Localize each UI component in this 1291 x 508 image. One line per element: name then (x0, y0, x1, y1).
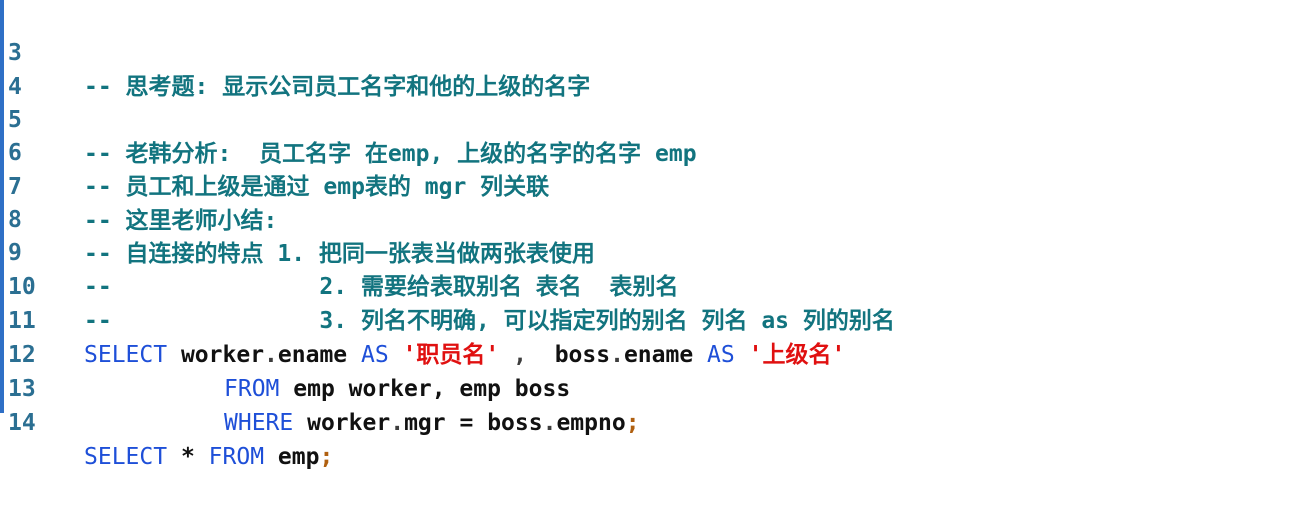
code-line[interactable]: 6 -- 员工和上级是通过 emp表的 mgr 列关联 (0, 102, 1291, 200)
code-line[interactable]: 10 -- 3. 列名不明确, 可以指定列的别名 列名 as 列的别名 (0, 236, 1291, 334)
table-name: emp (277, 444, 320, 470)
code-editor[interactable]: 3 -- 思考题: 显示公司员工名字和他的上级的名字 4 5 -- 老韩分析: … (0, 0, 1291, 470)
code-line[interactable]: 12 FROM emp worker, emp boss (0, 304, 1291, 402)
equals-operator: = (459, 410, 474, 436)
identifier: mgr (404, 410, 446, 436)
code-line[interactable]: 7 -- 这里老师小结: (0, 136, 1291, 234)
code-line[interactable]: 11 SELECT worker.ename AS '职员名' , boss.e… (0, 270, 1291, 368)
code-line[interactable]: 4 (0, 36, 1291, 100)
code-line[interactable]: 5 -- 老韩分析: 员工名字 在emp, 上级的名字的名字 emp (0, 69, 1291, 167)
line-number: 14 (8, 410, 36, 436)
code-line[interactable]: 8 -- 自连接的特点 1. 把同一张表当做两张表使用 (0, 169, 1291, 267)
identifier: boss (487, 410, 543, 436)
keyword-from: FROM (208, 444, 265, 470)
star-operator: * (180, 444, 195, 470)
dot-operator: . (390, 410, 405, 436)
code-line[interactable]: 13 WHERE worker.mgr = boss.empno; (0, 338, 1291, 436)
sql-where-line: WHERE worker.mgr = boss.empno; (84, 406, 640, 440)
dot-operator: . (542, 410, 557, 436)
identifier: worker (307, 410, 391, 436)
sql-select-all-line: SELECT * FROM emp; (84, 440, 333, 474)
keyword-select: SELECT (84, 444, 168, 470)
semicolon: ; (625, 410, 640, 436)
code-line[interactable]: 3 -- 思考题: 显示公司员工名字和他的上级的名字 (0, 2, 1291, 100)
keyword-where: WHERE (224, 410, 294, 436)
code-line[interactable]: 14 SELECT * FROM emp; (0, 372, 1291, 470)
semicolon: ; (319, 444, 334, 470)
identifier: empno (556, 410, 626, 436)
code-line[interactable]: 9 -- 2. 需要给表取别名 表名 表别名 (0, 202, 1291, 300)
